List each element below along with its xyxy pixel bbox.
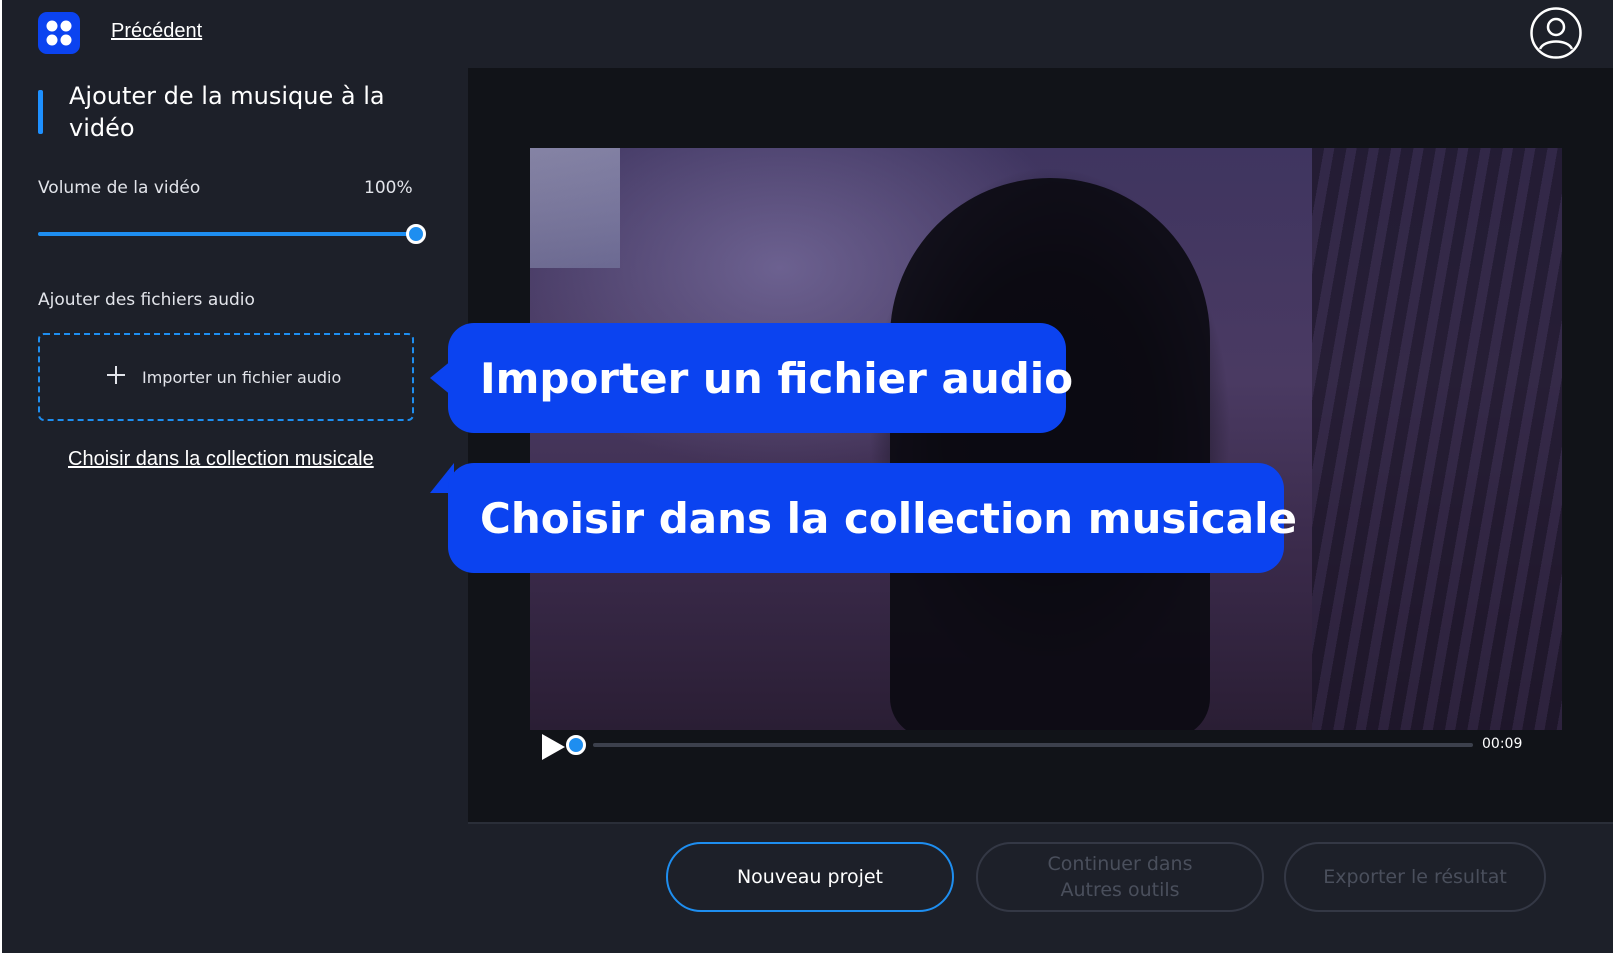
back-link[interactable]: Précédent	[111, 20, 202, 43]
volume-slider-track[interactable]	[38, 232, 418, 236]
new-project-label: Nouveau projet	[736, 866, 884, 888]
app-logo-icon[interactable]	[38, 12, 80, 54]
action-bar: Nouveau projet Continuer dans Autres out…	[468, 822, 1613, 953]
section-accent-bar	[38, 90, 43, 134]
continue-in-other-tools-button[interactable]: Continuer dans Autres outils	[976, 842, 1264, 912]
app-window: Précédent Ajouter de la musique à la vid…	[2, 0, 1613, 953]
export-label: Exporter le résultat	[1323, 866, 1507, 888]
video-subject-silhouette	[890, 178, 1210, 730]
volume-value: 100%	[364, 178, 413, 198]
volume-slider-thumb[interactable]	[406, 224, 426, 244]
video-background-window	[530, 148, 620, 268]
user-avatar-icon[interactable]	[1529, 6, 1583, 60]
play-icon[interactable]	[539, 732, 567, 762]
callout-import-audio: Importer un fichier audio	[448, 323, 1073, 433]
continue-label-line2: Autres outils	[1060, 879, 1180, 901]
music-collection-link[interactable]: Choisir dans la collection musicale	[68, 448, 374, 471]
video-background-shutter	[1312, 148, 1562, 730]
audio-section-label: Ajouter des fichiers audio	[38, 290, 255, 310]
video-preview[interactable]	[530, 148, 1562, 730]
volume-label: Volume de la vidéo	[38, 178, 201, 198]
continue-label: Continuer dans Autres outils	[1048, 851, 1193, 903]
callout-import-text: Importer un fichier audio	[480, 353, 1074, 403]
import-audio-button[interactable]: Importer un fichier audio	[38, 333, 414, 421]
sidebar: Ajouter de la musique à la vidéo Volume …	[2, 68, 468, 953]
sidebar-title: Ajouter de la musique à la vidéo	[69, 82, 385, 142]
callout-music-collection: Choisir dans la collection musicale	[448, 463, 1297, 573]
video-progress-track[interactable]	[593, 743, 1473, 747]
plus-icon	[107, 366, 125, 384]
video-progress-thumb[interactable]	[566, 735, 586, 755]
continue-label-line1: Continuer dans	[1047, 853, 1193, 875]
new-project-button[interactable]: Nouveau projet	[666, 842, 954, 912]
import-audio-label: Importer un fichier audio	[142, 368, 342, 387]
top-bar: Précédent	[2, 0, 1613, 68]
export-result-button[interactable]: Exporter le résultat	[1284, 842, 1546, 912]
callout-collection-text: Choisir dans la collection musicale	[480, 493, 1297, 543]
video-time-label: 00:09	[1482, 736, 1523, 752]
